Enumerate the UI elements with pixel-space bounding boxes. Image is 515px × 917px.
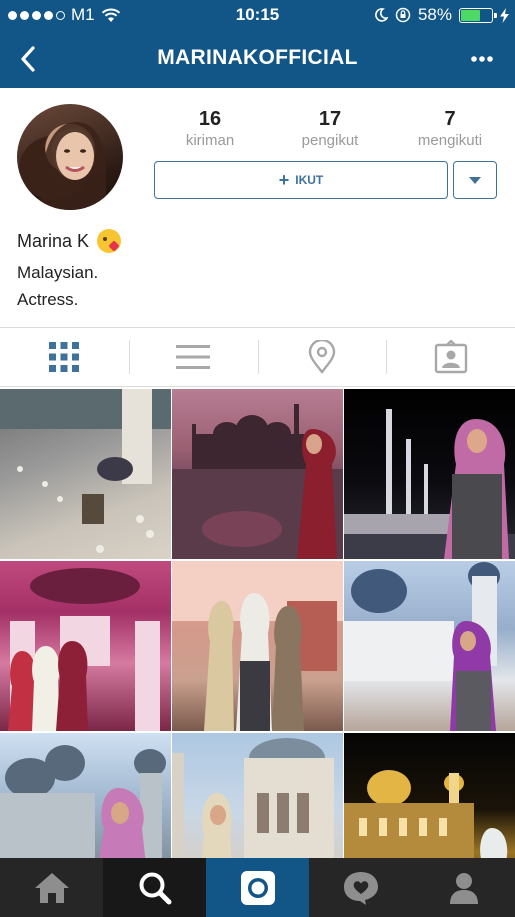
profile-name: Marina K [17,229,122,253]
tab-search[interactable] [103,858,206,917]
profile-name-text: Marina K [17,230,90,251]
photo-image [172,404,343,559]
tagged-photos-icon [434,340,467,374]
follow-button[interactable]: + IKUT [154,161,448,199]
posts-stat[interactable]: 16 kiriman [150,108,270,149]
location-pin-icon [308,340,336,374]
tab-grid-view[interactable] [0,328,129,386]
photo-thumbnail[interactable] [344,389,515,559]
home-icon [34,872,69,903]
grid-view-icon [49,342,80,372]
photo-thumbnail[interactable] [172,389,343,559]
list-view-icon [176,345,211,369]
tab-home[interactable] [0,858,103,917]
profile-view-tabs [0,327,515,387]
followers-stat[interactable]: 17 pengikut [270,108,390,149]
photo-grid [0,389,515,903]
tab-tagged[interactable] [386,328,515,386]
photo-thumbnail[interactable] [0,561,171,731]
battery-icon [459,7,497,23]
moon-icon [375,8,388,22]
app-header: M1 10:15 58% MARINAKOFFICIAL [0,0,515,88]
nav-bar: MARINAKOFFICIAL [0,30,515,88]
rotation-lock-icon [395,7,411,23]
tab-activity[interactable] [309,858,412,917]
charging-bolt-icon [500,7,509,23]
plus-icon: + [278,170,290,190]
photo-thumbnail[interactable] [172,561,343,731]
posts-count: 16 [198,108,222,130]
tab-list-view[interactable] [128,328,258,386]
status-right: 58% [374,5,509,25]
photo-image [344,562,500,731]
bottom-tab-bar [0,858,515,917]
photo-image [0,389,171,553]
camera-icon [240,870,275,905]
photo-thumbnail[interactable] [344,561,515,731]
activity-heart-icon [343,871,378,905]
bio-line: Malaysian. [17,263,99,282]
suggestions-dropdown-button[interactable] [453,161,497,199]
caret-down-icon [469,176,481,184]
profile-icon [449,872,478,904]
followers-count: 17 [318,108,342,130]
photo-image [344,409,515,559]
following-stat[interactable]: 7 mengikuti [390,108,510,149]
tab-profile[interactable] [412,858,515,917]
following-count: 7 [444,108,456,130]
battery-percent: 58% [417,5,452,24]
avatar[interactable] [17,104,123,210]
tab-camera[interactable] [206,858,309,917]
photo-thumbnail[interactable] [0,389,171,559]
follow-label: IKUT [295,173,324,187]
tab-location[interactable] [257,328,387,386]
kiss-emoji-icon [97,229,122,253]
followers-label: pengikut [301,132,359,149]
following-label: mengikuti [417,132,483,149]
photo-image [172,561,343,731]
bio-line: Actress. [17,290,79,309]
avatar-photo [40,122,107,210]
profile-stats: 16 kiriman 17 pengikut 7 mengikuti [150,108,510,149]
status-bar: M1 10:15 58% [0,0,515,30]
more-options-button[interactable] [469,50,495,68]
posts-label: kiriman [185,132,235,149]
profile-bio: Malaysian. Actress. [17,259,98,313]
photo-image [8,568,160,731]
search-icon [139,872,171,904]
page-title: MARINAKOFFICIAL [157,46,358,69]
